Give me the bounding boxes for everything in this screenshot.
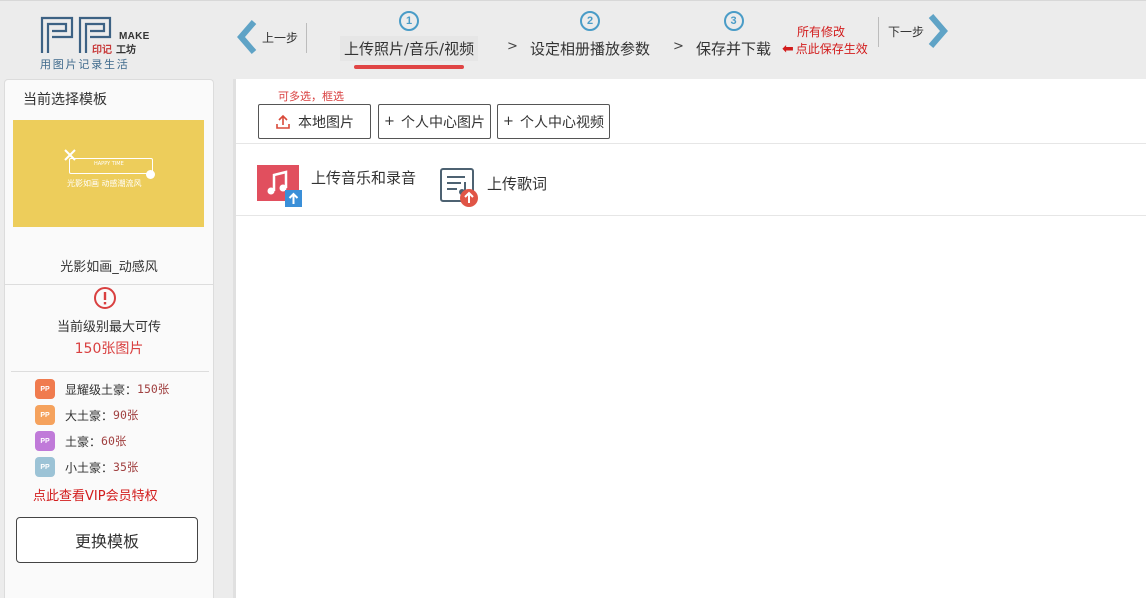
- save-note-line2: 点此保存生效: [795, 42, 868, 56]
- multi-select-hint: 可多选，框选: [278, 90, 344, 103]
- step-number-3: 3: [723, 11, 744, 31]
- vip-level-item: PP 土豪： 60张: [35, 428, 169, 454]
- thumbnail-caption: 光影如画 动感潮流风: [67, 179, 142, 188]
- vip-level-value: 60张: [101, 434, 127, 448]
- logo-brand-red: 印记: [92, 45, 112, 56]
- template-name: 光影如画_动感风: [60, 260, 158, 275]
- step-number-2: 2: [580, 11, 600, 31]
- plus-icon: +: [503, 114, 514, 129]
- upload-lyrics-button[interactable]: 上传歌词: [439, 163, 547, 209]
- template-sidebar: 当前选择模板 HAPPY TIME 光影如画 动感潮流风 光影如画_动感风 当前…: [4, 79, 214, 598]
- vip-level-name: 小土豪：: [65, 460, 114, 475]
- vip-level-item: PP 大土豪： 90张: [35, 402, 169, 428]
- warning-icon: [94, 287, 116, 309]
- vip-level-item: PP 小土豪： 35张: [35, 454, 169, 480]
- vip-badge-icon: PP: [35, 405, 55, 425]
- center-images-button[interactable]: + 个人中心图片: [378, 104, 491, 139]
- limit-label: 当前级别最大可传: [56, 320, 161, 335]
- vip-badge-icon: PP: [35, 431, 55, 451]
- vip-level-name: 显耀级土豪：: [65, 382, 138, 397]
- save-note[interactable]: 所有修改 ⬅ 点此保存生效: [782, 23, 868, 57]
- sidebar-divider: [5, 284, 213, 285]
- step-label-upload: 上传照片/音乐/视频: [340, 36, 479, 61]
- prev-step-button[interactable]: 上一步: [236, 19, 298, 55]
- vip-level-list: PP 显耀级土豪： 150张 PP 大土豪： 90张 PP 土豪： 60张 PP…: [35, 376, 169, 480]
- upload-lyrics-label: 上传歌词: [487, 175, 548, 193]
- local-images-label: 本地图片: [298, 114, 354, 131]
- sidebar-divider: [11, 371, 209, 372]
- header-divider: [878, 17, 879, 47]
- thumbnail-frame-text: HAPPY TIME: [94, 161, 124, 167]
- local-images-button[interactable]: 本地图片: [258, 104, 371, 139]
- next-step-button[interactable]: 下一步: [888, 13, 950, 49]
- step-upload[interactable]: 1 上传照片/音乐/视频: [340, 11, 479, 69]
- upload-panel: 可多选，框选 本地图片 + 个人中心图片 + 个人中心视频 上传音乐和录音 上传…: [233, 79, 1146, 598]
- logo: MAKE 印记 工坊 用图片记录生活: [38, 15, 150, 71]
- thumbnail-dot: [146, 170, 155, 179]
- vip-level-name: 大土豪：: [65, 408, 114, 423]
- arrow-left-icon: ⬅: [782, 40, 794, 57]
- next-step-label: 下一步: [888, 24, 925, 39]
- upload-music-button[interactable]: 上传音乐和录音: [257, 163, 416, 209]
- panel-divider: [236, 215, 1146, 216]
- upload-music-label: 上传音乐和录音: [311, 169, 417, 187]
- step-separator: >: [507, 39, 518, 54]
- header-divider: [306, 23, 307, 53]
- vip-level-item: PP 显耀级土豪： 150张: [35, 376, 169, 402]
- vip-badge-icon: PP: [35, 379, 55, 399]
- plus-icon: +: [384, 114, 395, 129]
- logo-tagline: 用图片记录生活: [40, 58, 130, 71]
- step-settings[interactable]: 2 设定相册播放参数: [526, 11, 654, 61]
- top-header: MAKE 印记 工坊 用图片记录生活 上一步 1 上传照片/音乐/视频 > 2 …: [0, 0, 1146, 75]
- sidebar-title: 当前选择模板: [23, 92, 107, 108]
- vip-privileges-link[interactable]: 点此查看VIP会员特权: [33, 485, 158, 504]
- prev-step-label: 上一步: [262, 30, 299, 45]
- limit-value: 150张图片: [74, 341, 144, 357]
- center-images-label: 个人中心图片: [400, 114, 485, 131]
- active-step-underline: [354, 65, 465, 69]
- panel-divider: [236, 143, 1146, 144]
- step-number-1: 1: [399, 11, 420, 31]
- vip-level-value: 150张: [137, 382, 170, 396]
- save-note-line1: 所有修改: [797, 25, 846, 39]
- center-videos-label: 个人中心视频: [519, 114, 604, 131]
- template-thumbnail[interactable]: HAPPY TIME 光影如画 动感潮流风: [13, 120, 204, 227]
- chevron-right-icon: [928, 14, 948, 48]
- vip-level-name: 土豪：: [65, 434, 102, 449]
- step-save[interactable]: 3 保存并下载: [692, 11, 775, 61]
- logo-brand-dark: 工坊: [116, 45, 136, 56]
- upload-icon: [276, 114, 290, 129]
- step-label-save: 保存并下载: [696, 40, 772, 58]
- vip-badge-icon: PP: [35, 457, 55, 477]
- change-template-button[interactable]: 更换模板: [16, 517, 198, 563]
- step-separator: >: [673, 39, 684, 54]
- chevron-left-icon: [237, 20, 257, 54]
- center-videos-button[interactable]: + 个人中心视频: [497, 104, 610, 139]
- vip-level-value: 90张: [113, 408, 139, 422]
- step-label-settings: 设定相册播放参数: [530, 40, 651, 58]
- music-upload-icon: [257, 165, 302, 207]
- vip-level-value: 35张: [113, 460, 139, 474]
- lyrics-upload-icon: [440, 168, 478, 207]
- thumbnail-frame: HAPPY TIME: [69, 158, 153, 174]
